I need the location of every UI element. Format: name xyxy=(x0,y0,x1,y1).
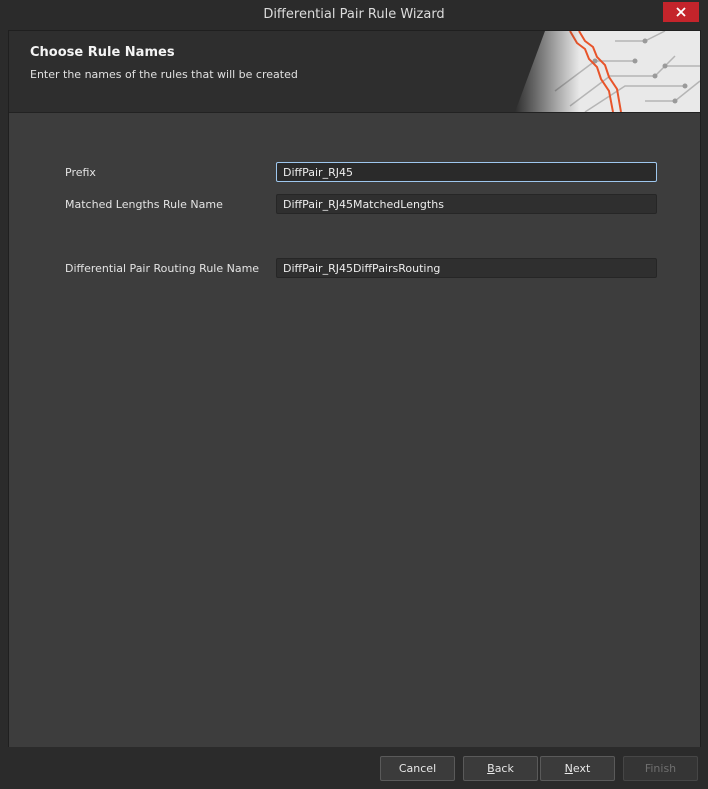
finish-button-label: Finish xyxy=(644,762,677,775)
prefix-label: Prefix xyxy=(65,166,96,179)
next-button[interactable]: Next xyxy=(540,756,615,781)
cancel-button-label: Cancel xyxy=(398,762,437,775)
finish-button[interactable]: Finish xyxy=(623,756,698,781)
diff-pair-routing-row: Differential Pair Routing Rule Name xyxy=(9,258,700,280)
page-title: Choose Rule Names xyxy=(30,45,175,60)
prefix-row: Prefix xyxy=(9,162,700,184)
wizard-panel: Choose Rule Names Enter the names of the… xyxy=(8,30,701,748)
diff-pair-routing-input[interactable] xyxy=(276,258,657,278)
matched-lengths-label: Matched Lengths Rule Name xyxy=(65,198,223,211)
circuit-board-art xyxy=(515,31,700,112)
back-button-mnemonic: B xyxy=(487,762,495,775)
window-title: Differential Pair Rule Wizard xyxy=(263,7,445,22)
close-icon xyxy=(676,7,686,17)
title-bar: Differential Pair Rule Wizard xyxy=(0,0,708,30)
matched-lengths-row: Matched Lengths Rule Name xyxy=(9,194,700,216)
diff-pair-routing-label: Differential Pair Routing Rule Name xyxy=(65,262,260,275)
close-button[interactable] xyxy=(663,2,699,22)
next-button-mnemonic: N xyxy=(564,762,573,775)
back-button-label: ack xyxy=(494,762,514,775)
prefix-input[interactable] xyxy=(276,162,657,182)
page-subtitle: Enter the names of the rules that will b… xyxy=(30,68,298,81)
matched-lengths-input[interactable] xyxy=(276,194,657,214)
wizard-footer: Cancel Back Next Finish xyxy=(0,747,708,789)
back-button[interactable]: Back xyxy=(463,756,538,781)
wizard-header: Choose Rule Names Enter the names of the… xyxy=(9,31,700,113)
next-button-label: ext xyxy=(572,762,591,775)
cancel-button[interactable]: Cancel xyxy=(380,756,455,781)
